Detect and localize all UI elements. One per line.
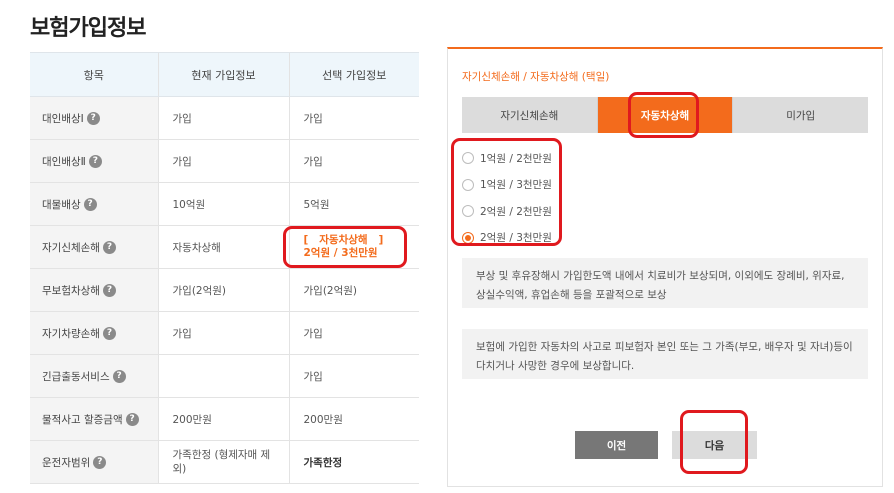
- tab-auto-injury[interactable]: 자동차상해: [597, 97, 734, 133]
- table-row: 자기신체손해? 자동차상해 [ 자동차상해 ] 2억원 / 3천만원: [30, 225, 419, 269]
- row-label-cell: 물적사고 할증금액?: [30, 397, 158, 441]
- option-4[interactable]: 2억원 / 3천만원: [462, 225, 552, 252]
- option-label: 1억원 / 3천만원: [480, 179, 552, 192]
- current-value: [157, 354, 289, 398]
- row-label: 대인배상Ⅱ: [42, 155, 86, 168]
- row-label-cell: 무보험차상해?: [30, 268, 158, 312]
- tab-self-injury[interactable]: 자기신체손해: [462, 97, 598, 133]
- selected-value: 가입: [288, 311, 419, 355]
- row-label: 자기차량손해: [42, 327, 100, 340]
- insurance-info-table: 항목 현재 가입정보 선택 가입정보 대인배상Ⅰ? 가입 가입 대인배상Ⅱ? 가…: [30, 52, 419, 484]
- next-button[interactable]: 다음: [672, 431, 757, 459]
- help-icon[interactable]: ?: [102, 284, 116, 297]
- selected-value: 가입(2억원): [288, 268, 419, 312]
- help-icon[interactable]: ?: [112, 370, 126, 383]
- table-row: 대인배상Ⅱ? 가입 가입: [30, 139, 419, 183]
- row-label-cell: 운전자범위?: [30, 440, 158, 484]
- header-selected: 선택 가입정보: [288, 52, 419, 97]
- table-row: 대물배상? 10억원 5억원: [30, 182, 419, 226]
- current-value: 자동차상해: [157, 225, 289, 269]
- help-icon[interactable]: ?: [102, 241, 116, 254]
- selected-value: 가족한정: [288, 440, 419, 484]
- radio-button-checked[interactable]: [462, 231, 474, 244]
- current-value: 가족한정 (형제자매 제 외): [157, 440, 289, 484]
- coverage-scope-description: 보험에 가입한 자동차의 사고로 피보험자 본인 또는 그 가족(부모, 배우자…: [462, 329, 868, 379]
- selected-coverage-amount: 2억원 / 3천만원: [303, 247, 378, 259]
- help-icon[interactable]: ?: [102, 327, 116, 340]
- help-icon[interactable]: ?: [125, 413, 139, 426]
- row-label-cell: 자기신체손해?: [30, 225, 158, 269]
- selected-value: 가입: [288, 139, 419, 183]
- help-icon[interactable]: ?: [83, 198, 97, 211]
- row-label: 대물배상: [42, 198, 81, 211]
- table-row: 운전자범위? 가족한정 (형제자매 제 외) 가족한정: [30, 440, 419, 484]
- row-label-cell: 대물배상?: [30, 182, 158, 226]
- current-value: 가입: [157, 311, 289, 355]
- tab-not-enrolled[interactable]: 미가입: [733, 97, 868, 133]
- table-header-row: 항목 현재 가입정보 선택 가입정보: [30, 52, 419, 97]
- row-label: 자기신체손해: [42, 241, 100, 254]
- selected-value-highlight: [ 자동차상해 ] 2억원 / 3천만원: [288, 225, 419, 269]
- row-label: 무보험차상해: [42, 284, 100, 297]
- option-label: 2억원 / 2천만원: [480, 205, 552, 218]
- current-value: 10억원: [157, 182, 289, 226]
- current-value: 가입: [157, 139, 289, 183]
- help-icon[interactable]: ?: [88, 155, 102, 168]
- current-value: 가입: [157, 96, 289, 140]
- selected-coverage-type: [ 자동차상해 ]: [303, 234, 384, 246]
- row-label: 긴급출동서비스: [42, 370, 110, 383]
- current-value: 200만원: [157, 397, 289, 441]
- row-label: 대인배상Ⅰ: [42, 112, 84, 125]
- selected-value: 가입: [288, 354, 419, 398]
- panel-title: 자기신체손해 / 자동차상해 (택일): [462, 71, 610, 83]
- table-row: 자기차량손해? 가입 가입: [30, 311, 419, 355]
- row-label-cell: 자기차량손해?: [30, 311, 158, 355]
- row-label-cell: 대인배상Ⅰ?: [30, 96, 158, 140]
- row-label-cell: 대인배상Ⅱ?: [30, 139, 158, 183]
- option-label: 2억원 / 3천만원: [480, 232, 552, 245]
- option-3[interactable]: 2억원 / 2천만원: [462, 198, 552, 225]
- radio-button[interactable]: [462, 178, 474, 191]
- page-title: 보험가입정보: [30, 16, 146, 41]
- table-row: 무보험차상해? 가입(2억원) 가입(2억원): [30, 268, 419, 312]
- table-row: 물적사고 할증금액? 200만원 200만원: [30, 397, 419, 441]
- row-label: 물적사고 할증금액: [42, 413, 123, 426]
- help-icon[interactable]: ?: [93, 456, 107, 469]
- coverage-options: 1억원 / 2천만원 1억원 / 3천만원 2억원 / 2천만원 2억원 / 3…: [462, 145, 552, 251]
- option-label: 1억원 / 2천만원: [480, 152, 552, 165]
- header-item: 항목: [30, 52, 158, 97]
- option-2[interactable]: 1억원 / 3천만원: [462, 172, 552, 199]
- current-value-line1: 가족한정 (형제자매 제: [172, 449, 271, 461]
- header-current: 현재 가입정보: [157, 52, 289, 97]
- prev-button[interactable]: 이전: [575, 431, 658, 459]
- row-label-cell: 긴급출동서비스?: [30, 354, 158, 398]
- radio-button[interactable]: [462, 205, 474, 218]
- current-value: 가입(2억원): [157, 268, 289, 312]
- coverage-description: 부상 및 후유장해시 가입한도액 내에서 치료비가 보상되며, 이외에도 장례비…: [462, 258, 868, 308]
- table-row: 긴급출동서비스? 가입: [30, 354, 419, 398]
- coverage-tabs: 자기신체손해 자동차상해 미가입: [462, 97, 868, 133]
- coverage-select-panel: 자기신체손해 / 자동차상해 (택일) 자기신체손해 자동차상해 미가입 1억원…: [447, 47, 883, 487]
- radio-button[interactable]: [462, 152, 474, 165]
- help-icon[interactable]: ?: [86, 112, 100, 125]
- selected-value: 5억원: [288, 182, 419, 226]
- current-value-line2: 외): [172, 463, 187, 475]
- selected-value: 가입: [288, 96, 419, 140]
- selected-value: 200만원: [288, 397, 419, 441]
- row-label: 운전자범위: [42, 456, 91, 469]
- table-row: 대인배상Ⅰ? 가입 가입: [30, 96, 419, 140]
- option-1[interactable]: 1억원 / 2천만원: [462, 145, 552, 172]
